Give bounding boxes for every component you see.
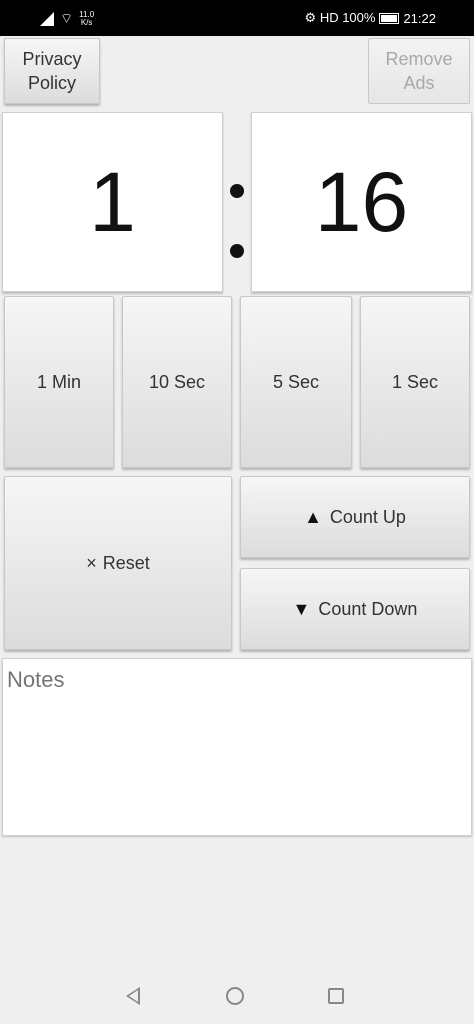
status-indicators: ⚙ HD 100% [304,10,376,25]
count-down-button[interactable]: ▼ Count Down [240,568,470,650]
seconds-value: 16 [314,154,409,249]
remove-ads-button[interactable]: Remove Ads [368,38,470,104]
network-speed: 11.0 K/s [79,11,94,27]
remove-ads-label: Remove Ads [385,49,453,93]
count-down-label: Count Down [318,598,418,619]
triangle-down-icon: ▼ [292,598,311,619]
home-icon[interactable] [226,987,244,1005]
close-icon: × [86,552,97,573]
reset-label: Reset [102,552,150,573]
colon-dot-top [230,184,244,198]
count-up-label: Count Up [329,506,406,527]
notes-field[interactable] [2,658,472,836]
add-1-sec-button[interactable]: 1 Sec [360,296,470,468]
add-1-min-button[interactable]: 1 Min [4,296,114,468]
triangle-up-icon: ▲ [304,506,322,527]
add-10-sec-button[interactable]: 10 Sec [122,296,232,468]
colon-dot-bottom [230,244,244,258]
add-5-sec-button[interactable]: 5 Sec [240,296,352,468]
reset-button[interactable]: × Reset [4,476,232,650]
status-time: 21:22 [403,10,436,26]
status-bar: ⌔ 11.0 K/s ⚙ HD 100% 21:22 [0,0,474,36]
add-10-sec-label: 10 Sec [148,371,206,392]
back-icon[interactable] [126,987,140,1005]
seconds-display: 16 [251,112,472,292]
recents-icon[interactable] [328,988,344,1004]
network-speed-unit: K/s [80,18,93,27]
minutes-value: 1 [89,154,136,249]
add-1-min-label: 1 Min [36,371,81,392]
signal-icon [40,12,54,26]
privacy-policy-label: Privacy Policy [22,49,82,93]
wifi-icon: ⌔ [60,10,74,26]
add-5-sec-label: 5 Sec [272,371,320,392]
minutes-display: 1 [2,112,223,292]
status-right: ⚙ HD 100% 21:22 [305,10,436,26]
privacy-policy-button[interactable]: Privacy Policy [4,38,100,104]
status-left: ⌔ 11.0 K/s [40,10,94,28]
battery-icon [379,12,400,24]
count-up-button[interactable]: ▲ Count Up [240,476,470,558]
add-1-sec-label: 1 Sec [391,371,439,392]
